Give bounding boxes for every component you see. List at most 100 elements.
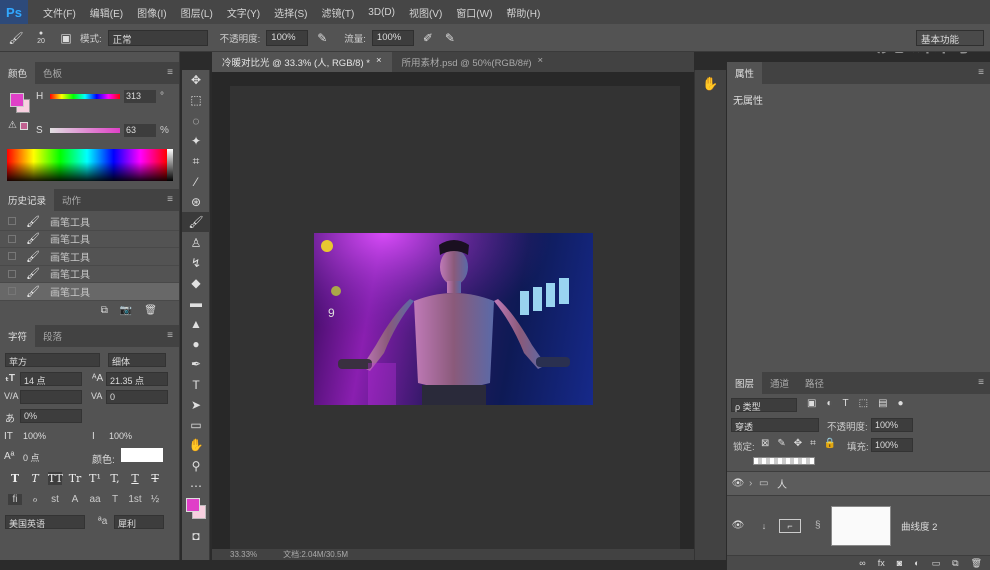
hand-tool-icon[interactable]: ✋ [182, 435, 210, 455]
type-filter-icon[interactable]: T [843, 398, 849, 409]
panel-menu-icon[interactable]: ≡ [167, 67, 173, 78]
pressure-size-icon[interactable]: ✎ [442, 30, 458, 46]
quick-select-tool-icon[interactable]: ✦ [182, 131, 210, 151]
brush-preset-picker[interactable]: ● 20 [30, 30, 52, 46]
saturation-value[interactable]: 63 [124, 124, 156, 137]
quick-mask-icon[interactable]: ◘ [182, 526, 210, 546]
rectangle-tool-icon[interactable]: ▭ [182, 415, 210, 435]
titling-alt-button[interactable]: T [108, 494, 122, 505]
new-layer-icon[interactable]: ⧉ [952, 558, 958, 569]
pressure-opacity-icon[interactable]: ✎ [314, 30, 330, 46]
snapshot-camera-icon[interactable]: 📷 [120, 305, 132, 316]
tab-document-active[interactable]: 冷暖对比光 @ 33.3% (人, RGB/8) * × [212, 52, 392, 72]
horizontal-scale-input[interactable]: 100% [106, 430, 168, 444]
superscript-button[interactable]: T¹ [88, 472, 102, 485]
anti-alias-select[interactable]: 犀利 [114, 514, 164, 529]
saturation-slider[interactable]: S 63 % [0, 122, 180, 139]
pen-tool-icon[interactable]: ✒ [182, 354, 210, 374]
more-tools-icon[interactable]: ⋯ [182, 476, 210, 496]
blur-tool-icon[interactable]: ▲ [182, 314, 210, 334]
close-icon[interactable]: × [538, 55, 544, 69]
menu-layer[interactable]: 图层(L) [174, 5, 220, 20]
visibility-eye-icon[interactable]: 👁 [727, 520, 749, 531]
lock-image-icon[interactable]: ✎ [777, 438, 785, 449]
menu-image[interactable]: 图像(I) [130, 5, 173, 20]
trash-icon[interactable]: 🗑 [971, 558, 982, 569]
lasso-tool-icon[interactable]: ◌ [182, 111, 210, 131]
faux-italic-button[interactable]: T [28, 472, 42, 485]
tab-properties[interactable]: 属性 [727, 62, 763, 84]
hue-value[interactable]: 313 [124, 90, 156, 103]
dodge-tool-icon[interactable]: ● [182, 334, 210, 354]
vertical-scale-input[interactable]: 100% [20, 430, 82, 444]
crop-tool-icon[interactable]: ⌗ [182, 151, 210, 171]
panel-menu-icon[interactable]: ≡ [978, 67, 984, 78]
snapshot-checkbox[interactable] [8, 234, 16, 243]
brush-tool-icon[interactable]: 🖌 [8, 30, 24, 46]
ordinals-button[interactable]: 1st [128, 494, 142, 505]
contextual-alt-button[interactable]: ℴ [28, 494, 42, 505]
tsume-input[interactable]: 0% [20, 408, 82, 423]
menu-window[interactable]: 窗口(W) [449, 5, 499, 20]
visibility-eye-icon[interactable]: 👁 [727, 478, 749, 489]
tab-paragraph[interactable]: 段落 [35, 325, 70, 347]
swash-button[interactable]: A [68, 494, 82, 505]
move-tool-icon[interactable]: ✥ [182, 70, 210, 90]
close-icon[interactable]: × [376, 55, 382, 69]
shape-filter-icon[interactable]: ⬚ [859, 398, 868, 409]
trash-icon[interactable]: 🗑 [144, 305, 157, 316]
zoom-level[interactable]: 33.33% [230, 550, 257, 559]
color-spectrum-ramp[interactable] [7, 149, 173, 181]
grayscale-ramp[interactable] [167, 149, 173, 181]
snapshot-checkbox[interactable] [8, 217, 16, 226]
layer-opacity-input[interactable]: 100% [871, 418, 913, 432]
tab-history[interactable]: 历史记录 [0, 189, 55, 211]
subscript-button[interactable]: T, [108, 472, 122, 485]
all-caps-button[interactable]: TT [48, 471, 63, 485]
snapshot-checkbox[interactable] [8, 252, 16, 261]
eraser-tool-icon[interactable]: ◆ [182, 273, 210, 293]
gradient-tool-icon[interactable]: ▬ [182, 293, 210, 313]
history-item[interactable]: 🖌 画笔工具 [0, 213, 179, 231]
menu-edit[interactable]: 编辑(E) [83, 5, 130, 20]
filter-toggle-icon[interactable]: ● [898, 398, 904, 409]
panel-menu-icon[interactable]: ≡ [167, 194, 173, 205]
tab-channels[interactable]: 通道 [762, 372, 797, 394]
adjustment-filter-icon[interactable]: ◐ [826, 398, 832, 409]
new-document-from-state-icon[interactable]: ⧉ [101, 305, 108, 316]
airbrush-icon[interactable]: ✐ [420, 30, 436, 46]
mode-select[interactable]: 正常 [107, 29, 208, 46]
tab-paths[interactable]: 路径 [797, 372, 832, 394]
workspace-select[interactable]: 基本功能 [916, 30, 984, 46]
foreground-color-swatch[interactable] [186, 498, 200, 513]
discretionary-ligatures-button[interactable]: st [48, 494, 62, 505]
menu-3d[interactable]: 3D(D) [361, 7, 402, 18]
zoom-tool-icon[interactable]: ⚲ [182, 456, 210, 476]
history-item[interactable]: 🖌 画笔工具 [0, 231, 179, 248]
fractions-button[interactable]: ½ [148, 494, 162, 505]
ligatures-button[interactable]: fi [8, 493, 22, 505]
faux-bold-button[interactable]: T [8, 472, 22, 485]
tab-document[interactable]: 所用素材.psd @ 50%(RGB/8#) × [392, 52, 554, 72]
brush-tool-icon[interactable]: 🖌 [182, 212, 210, 233]
history-item[interactable]: 🖌 画笔工具 [0, 248, 179, 266]
text-color-swatch[interactable] [121, 447, 163, 462]
patch-tool-icon[interactable]: ⊛ [182, 192, 210, 212]
stylistic-alt-button[interactable]: aa [88, 494, 102, 505]
curves-adjustment-icon[interactable]: ⌐ [779, 518, 801, 533]
baseline-shift-input[interactable]: 0 点 [20, 450, 82, 464]
layer-mask-thumbnail[interactable] [831, 505, 891, 546]
foreground-swatch[interactable] [10, 93, 24, 107]
tracking-input[interactable]: 0 [106, 389, 168, 404]
tab-character[interactable]: 字符 [0, 324, 36, 347]
lock-position-icon[interactable]: ✥ [794, 438, 802, 449]
kerning-input[interactable] [20, 389, 82, 404]
layer-name[interactable]: 人 [777, 476, 787, 491]
layer-filter-select[interactable]: ρ 类型 [731, 398, 797, 412]
group-folder-icon[interactable]: ▭ [932, 558, 941, 569]
expand-arrow-icon[interactable]: › [749, 478, 759, 489]
lock-artboard-icon[interactable]: ⌗ [810, 438, 816, 449]
tab-actions[interactable]: 动作 [54, 189, 89, 211]
marquee-tool-icon[interactable]: ⬚ [182, 90, 210, 110]
hue-track[interactable] [50, 94, 120, 99]
